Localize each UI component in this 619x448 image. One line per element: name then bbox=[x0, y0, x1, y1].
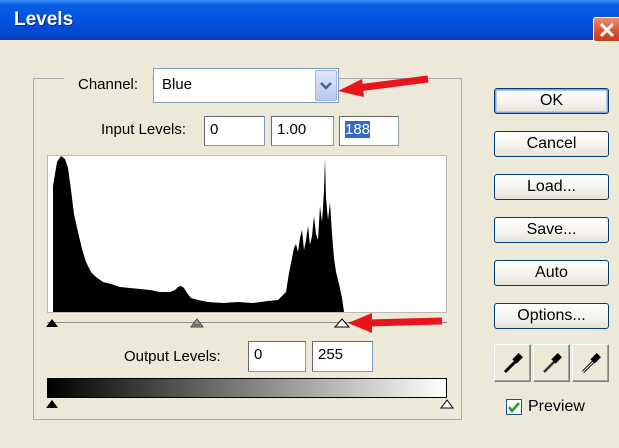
load-button[interactable]: Load... bbox=[494, 174, 609, 200]
cancel-button[interactable]: Cancel bbox=[494, 131, 609, 157]
auto-button[interactable]: Auto bbox=[494, 260, 609, 286]
output-black-field[interactable]: 0 bbox=[248, 341, 306, 372]
histogram-graph bbox=[53, 156, 344, 312]
output-black-slider-handle[interactable] bbox=[45, 399, 59, 409]
input-gamma-slider-handle[interactable] bbox=[190, 318, 204, 328]
channel-label: Channel: bbox=[64, 76, 153, 93]
histogram bbox=[47, 155, 447, 313]
white-point-eyedropper-icon bbox=[581, 353, 601, 374]
black-point-eyedropper-icon bbox=[503, 353, 523, 374]
input-gamma-field[interactable]: 1.00 bbox=[271, 116, 334, 146]
channel-dropdown[interactable]: Blue bbox=[153, 68, 339, 103]
close-button[interactable] bbox=[593, 17, 619, 42]
input-white-field[interactable]: 188 bbox=[339, 116, 399, 146]
ok-button[interactable]: OK bbox=[494, 88, 609, 114]
white-point-eyedropper-button[interactable] bbox=[572, 344, 609, 382]
gray-point-eyedropper-button[interactable] bbox=[533, 344, 570, 382]
input-gamma-value: 1.00 bbox=[277, 121, 307, 138]
black-point-eyedropper-button[interactable] bbox=[494, 344, 531, 382]
checkmark-icon bbox=[508, 402, 520, 413]
output-levels-label: Output Levels: bbox=[124, 348, 221, 365]
preview-label: Preview bbox=[528, 398, 585, 415]
channel-value: Blue bbox=[162, 76, 193, 93]
output-white-value: 255 bbox=[318, 346, 344, 363]
input-black-value: 0 bbox=[210, 121, 219, 138]
channel-dropdown-button[interactable] bbox=[315, 70, 337, 101]
title-bar: Levels bbox=[0, 0, 619, 42]
input-levels-label: Input Levels: bbox=[101, 121, 187, 138]
annotation-arrow-channel bbox=[338, 75, 429, 97]
chevron-down-icon bbox=[320, 82, 332, 90]
output-white-field[interactable]: 255 bbox=[312, 341, 373, 372]
input-white-value: 188 bbox=[345, 121, 371, 138]
save-button[interactable]: Save... bbox=[494, 217, 609, 243]
input-black-field[interactable]: 0 bbox=[204, 116, 265, 146]
output-black-value: 0 bbox=[254, 346, 263, 363]
gray-point-eyedropper-icon bbox=[542, 353, 562, 374]
annotation-arrow-white-slider bbox=[348, 313, 443, 333]
close-icon bbox=[599, 22, 615, 38]
window-title: Levels bbox=[14, 9, 74, 30]
output-white-slider-handle[interactable] bbox=[440, 399, 454, 409]
input-black-slider-handle[interactable] bbox=[45, 318, 59, 328]
preview-checkbox[interactable] bbox=[506, 399, 522, 415]
options-button[interactable]: Options... bbox=[494, 303, 609, 329]
output-levels-slider[interactable] bbox=[47, 398, 447, 410]
eyedropper-group bbox=[494, 344, 611, 382]
output-gradient-bar bbox=[47, 378, 447, 398]
